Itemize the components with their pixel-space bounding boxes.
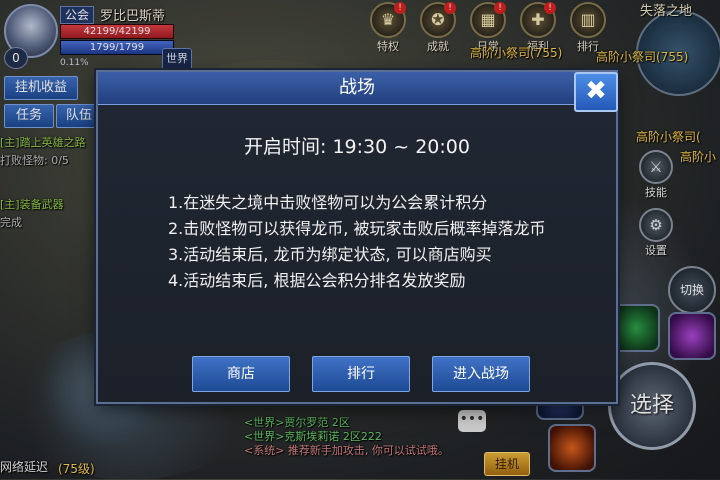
rule-item: 1.在迷失之境中击败怪物可以为公会累计积分: [168, 193, 488, 212]
rule-item: 4.活动结束后, 根据公会积分排名发放奖励: [168, 271, 466, 290]
rank-button[interactable]: 排行: [312, 356, 410, 392]
close-icon[interactable]: ✖: [574, 72, 618, 112]
rules-list: 1.在迷失之境中击败怪物可以为公会累计积分 2.击败怪物可以获得龙币, 被玩家击…: [168, 190, 608, 294]
enter-battlefield-button[interactable]: 进入战场: [432, 356, 530, 392]
shop-button[interactable]: 商店: [192, 356, 290, 392]
rule-item: 3.活动结束后, 龙币为绑定状态, 可以商店购买: [168, 245, 492, 264]
dialog-header: 战场: [98, 72, 616, 105]
rule-item: 2.击败怪物可以获得龙币, 被玩家击败后概率掉落龙币: [168, 219, 546, 238]
battlefield-dialog: 战场 开启时间: 19:30 ~ 20:00 1.在迷失之境中击败怪物可以为公会…: [96, 70, 618, 404]
dialog-title: 战场: [339, 77, 375, 98]
open-time: 开启时间: 19:30 ~ 20:00: [244, 136, 470, 158]
